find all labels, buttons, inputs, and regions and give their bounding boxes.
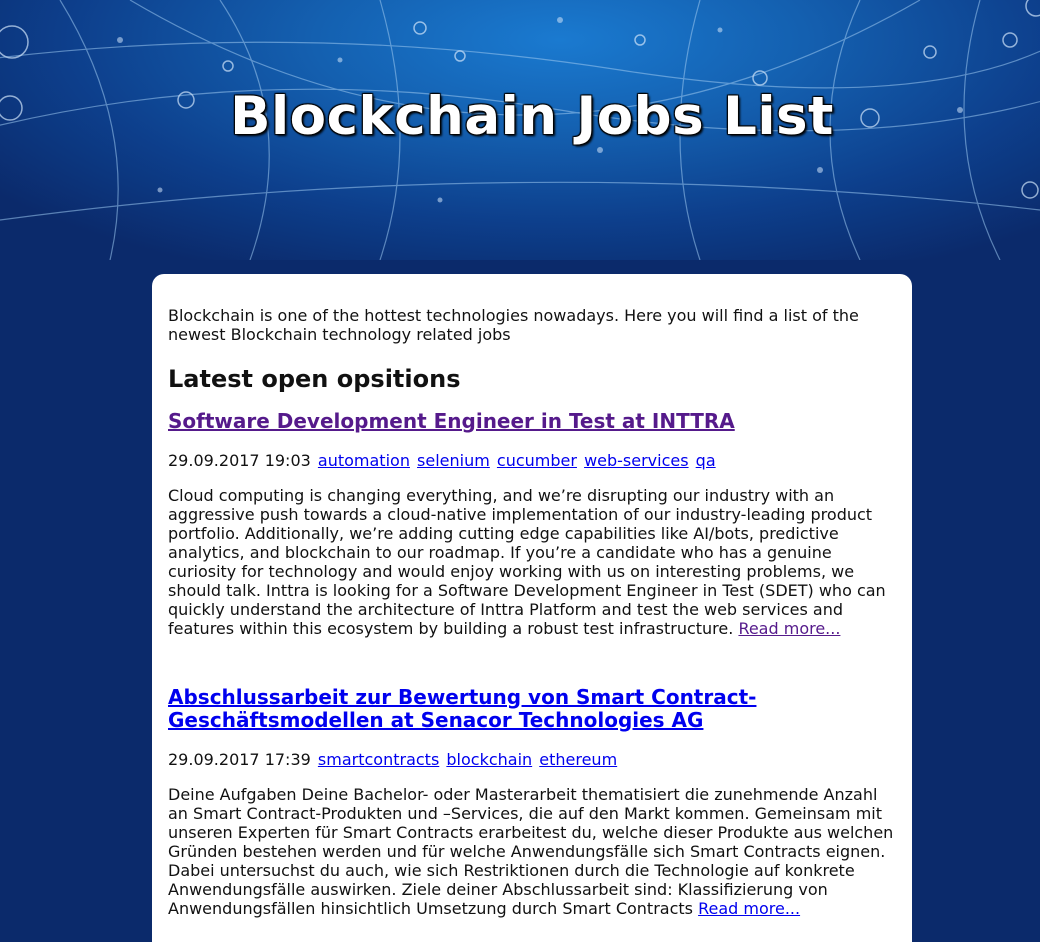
job-description: Cloud computing is changing everything, … xyxy=(168,486,896,638)
tag-link[interactable]: smartcontracts xyxy=(318,750,439,769)
intro-text: Blockchain is one of the hottest technol… xyxy=(168,306,859,344)
tag-link[interactable]: blockchain xyxy=(446,750,532,769)
tag-link[interactable]: selenium xyxy=(417,451,490,470)
section-heading: Latest open opsitions xyxy=(168,365,461,393)
tag-link[interactable]: automation xyxy=(318,451,410,470)
job-listing: Software Development Engineer in Test at… xyxy=(168,410,896,639)
hero-banner: Blockchain Jobs List xyxy=(0,0,1040,260)
read-more-link[interactable]: Read more... xyxy=(698,899,800,918)
job-listing: Abschlussarbeit zur Bewertung von Smart … xyxy=(168,686,896,919)
job-title-link[interactable]: Software Development Engineer in Test at… xyxy=(168,410,896,433)
tag-link[interactable]: qa xyxy=(696,451,716,470)
job-meta: 29.09.2017 19:03 automation selenium cuc… xyxy=(168,451,896,470)
job-description-text: Cloud computing is changing everything, … xyxy=(168,486,886,638)
tag-link[interactable]: ethereum xyxy=(539,750,617,769)
content-card: Blockchain is one of the hottest technol… xyxy=(152,274,912,942)
site-title: Blockchain Jobs List xyxy=(230,86,834,147)
tag-link[interactable]: web-services xyxy=(584,451,689,470)
job-datetime: 29.09.2017 19:03 xyxy=(168,451,311,470)
read-more-link[interactable]: Read more... xyxy=(738,619,840,638)
job-description: Deine Aufgaben Deine Bachelor- oder Mast… xyxy=(168,785,896,918)
job-meta: 29.09.2017 17:39 smartcontracts blockcha… xyxy=(168,750,896,769)
job-title-link[interactable]: Abschlussarbeit zur Bewertung von Smart … xyxy=(168,686,896,732)
job-datetime: 29.09.2017 17:39 xyxy=(168,750,311,769)
tag-link[interactable]: cucumber xyxy=(497,451,577,470)
